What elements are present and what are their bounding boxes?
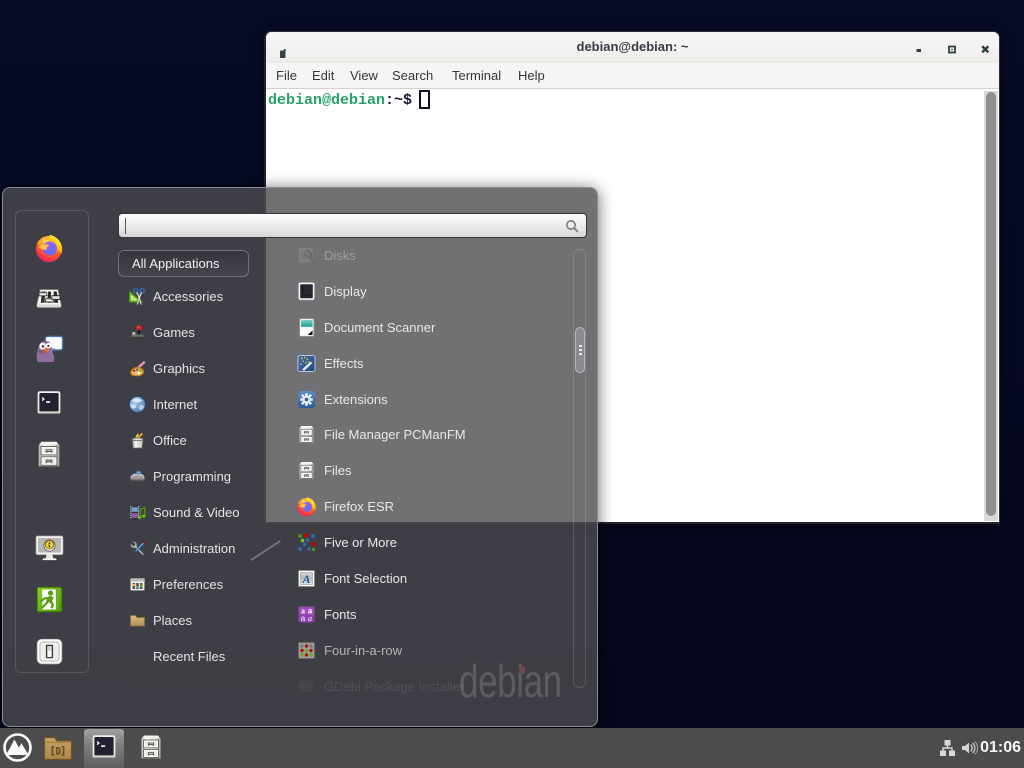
svg-text:a: a xyxy=(301,614,306,623)
svg-text:A: A xyxy=(301,572,310,586)
svg-text:a: a xyxy=(308,614,312,623)
